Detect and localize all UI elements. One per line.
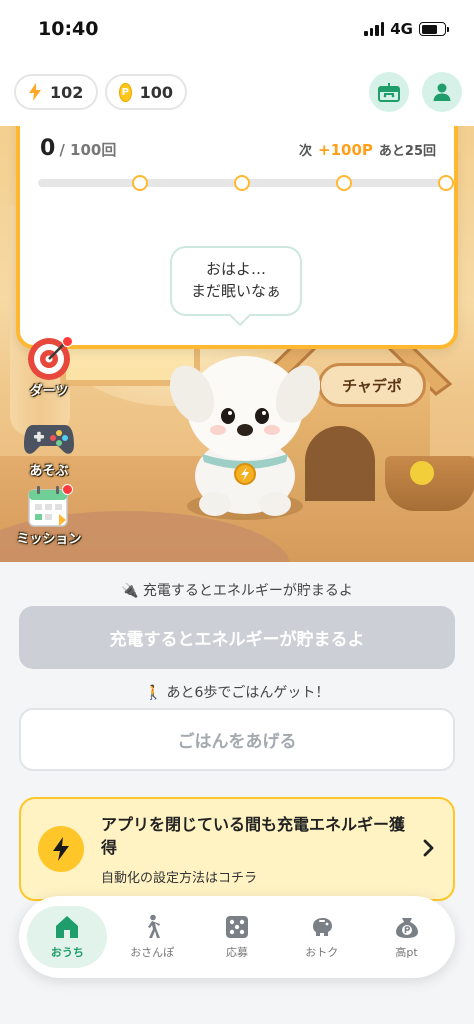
auto-charge-banner[interactable]: アプリを閉じている間も充電エネルギー獲得 自動化の設定方法はコチラ xyxy=(19,797,455,901)
network-type: 4G xyxy=(390,20,413,38)
walk-hint: 🚶 あと6歩でごはんゲット！ xyxy=(144,685,330,701)
energy-counter[interactable]: 102 xyxy=(14,74,98,110)
coin-icon: P xyxy=(119,82,132,102)
notification-dot xyxy=(62,484,73,495)
user-icon xyxy=(433,83,451,101)
notification-dot xyxy=(62,336,73,347)
dartboard-icon xyxy=(21,334,77,384)
nav-label: 応募 xyxy=(225,946,248,959)
points-bag-icon xyxy=(395,918,418,938)
side-menu-darts[interactable]: ダーツ xyxy=(16,334,82,399)
present-box-button[interactable] xyxy=(369,72,409,112)
milestone-marker xyxy=(336,175,352,191)
energy-value: 102 xyxy=(50,82,84,102)
dice-icon xyxy=(225,916,248,938)
status-icons: 4G xyxy=(364,20,449,38)
charge-total: / 100回 xyxy=(59,141,117,159)
milestone-marker xyxy=(132,175,148,191)
app-header: 102 P 100 xyxy=(0,62,474,126)
dog-speech-bubble: おはよ… まだ眠いなぁ xyxy=(170,246,302,316)
next-reward-points: +100P xyxy=(318,141,373,159)
side-menu-play[interactable]: あそぶ xyxy=(16,414,82,479)
nav-apply[interactable]: 応募 xyxy=(197,906,277,968)
side-menu-mission[interactable]: ミッション xyxy=(16,482,82,547)
nav-label: おトク xyxy=(305,946,339,959)
battery-icon xyxy=(419,22,449,36)
piggybank-icon xyxy=(312,918,332,936)
speech-line-1: おはよ… xyxy=(205,260,266,279)
gamepad-icon xyxy=(21,414,77,464)
calendar-icon xyxy=(21,482,77,532)
status-bar: 10:40 4G xyxy=(0,0,474,62)
remaining-count: あと25回 xyxy=(378,144,436,159)
nav-high-points[interactable]: 高pt xyxy=(367,906,447,968)
nav-home[interactable]: おうち xyxy=(27,906,108,968)
clock: 10:40 xyxy=(38,18,99,40)
nav-label: おうち xyxy=(50,946,84,959)
banner-subtitle: 自動化の設定方法はコチラ xyxy=(101,871,258,886)
dog-room-scene: チャデポ 0 / 100回 次 +100P あと25回 おはよ… まだ眠いなぁ xyxy=(0,126,474,562)
bolt-icon xyxy=(38,826,84,872)
profile-button[interactable] xyxy=(422,72,462,112)
next-label: 次 xyxy=(299,144,313,159)
milestone-marker xyxy=(438,175,454,191)
gift-box-icon xyxy=(378,83,400,102)
nav-label: おさんぽ xyxy=(130,946,175,959)
next-reward: 次 +100P あと25回 xyxy=(299,140,436,159)
points-counter[interactable]: P 100 xyxy=(105,74,187,110)
puppy-character[interactable] xyxy=(170,336,320,526)
walk-icon xyxy=(148,914,161,938)
charge-hint: 🔌 充電するとエネルギーが貯まるよ xyxy=(121,583,353,599)
milestone-marker xyxy=(234,175,250,191)
charge-count: 0 / 100回 xyxy=(40,136,116,161)
bottom-navigation: おうち おさんぽ 応募 おトク 高pt xyxy=(19,896,455,978)
progress-track xyxy=(38,175,454,191)
home-icon xyxy=(56,916,79,938)
banner-title: アプリを閉じている間も充電エネルギー獲得 xyxy=(101,815,406,858)
charge-button[interactable]: 充電するとエネルギーが貯まるよ xyxy=(19,606,455,669)
feed-button[interactable]: ごはんをあげる xyxy=(19,708,455,771)
chevron-right-icon xyxy=(423,839,434,857)
bolt-icon xyxy=(29,83,41,101)
tennis-ball xyxy=(410,461,434,485)
charge-current: 0 xyxy=(40,136,56,161)
speech-line-2: まだ眠いなぁ xyxy=(190,282,281,300)
points-value: 100 xyxy=(139,82,173,102)
signal-icon xyxy=(364,22,385,36)
nav-walk[interactable]: おさんぽ xyxy=(112,906,192,968)
nav-deals[interactable]: おトク xyxy=(282,906,362,968)
dog-nameplate: チャデポ xyxy=(318,363,426,407)
nav-label: 高pt xyxy=(395,946,418,959)
